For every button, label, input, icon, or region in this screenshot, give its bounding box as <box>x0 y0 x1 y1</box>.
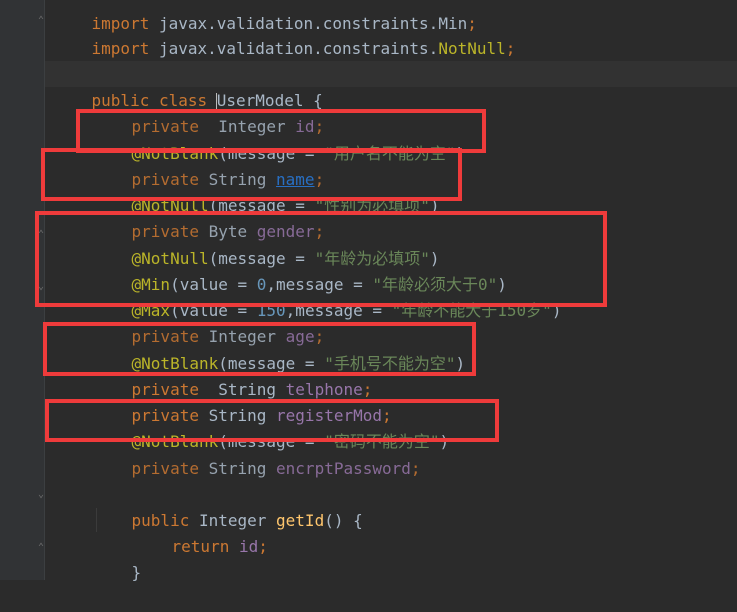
method-name: getId <box>276 511 325 530</box>
semicolon: ; <box>410 459 421 478</box>
semicolon: ; <box>258 537 268 556</box>
code-line-close-brace[interactable]: } <box>93 534 142 582</box>
brace: } <box>131 563 142 582</box>
highlight-box-gender <box>41 148 462 201</box>
highlight-box-phone <box>43 322 476 376</box>
code-line-return[interactable]: return id; <box>133 508 268 556</box>
method-params: () { <box>324 511 363 530</box>
fold-marker-icon[interactable]: ⌄ <box>38 490 46 500</box>
class-name: NotNull <box>438 39 506 58</box>
keyword: private <box>131 459 199 478</box>
field-name: encrptPassword <box>276 459 411 478</box>
highlight-box-age <box>35 211 607 307</box>
keyword: import <box>91 39 150 58</box>
code-line-import-notnull[interactable]: import javax.validation.constraints.NotN… <box>53 10 516 58</box>
code-line-class-declaration[interactable]: public class UserModel { <box>53 62 323 111</box>
fold-marker-icon[interactable]: ⌃ <box>38 16 46 26</box>
code-editor[interactable]: ⌃ ⌃ ⌄ ⌄ ⌃ import javax.validation.constr… <box>0 0 737 582</box>
semicolon: ; <box>505 39 516 58</box>
code-line-getid-declaration[interactable]: public Integer getId() { <box>93 482 363 530</box>
field-name: id <box>238 537 259 556</box>
highlight-box-username <box>76 109 486 153</box>
type-name: String <box>198 459 277 478</box>
keyword: return <box>171 537 230 556</box>
package-path: javax.validation.constraints. <box>149 39 439 58</box>
highlight-box-password <box>45 399 499 442</box>
fold-marker-icon[interactable]: ⌃ <box>38 543 46 553</box>
